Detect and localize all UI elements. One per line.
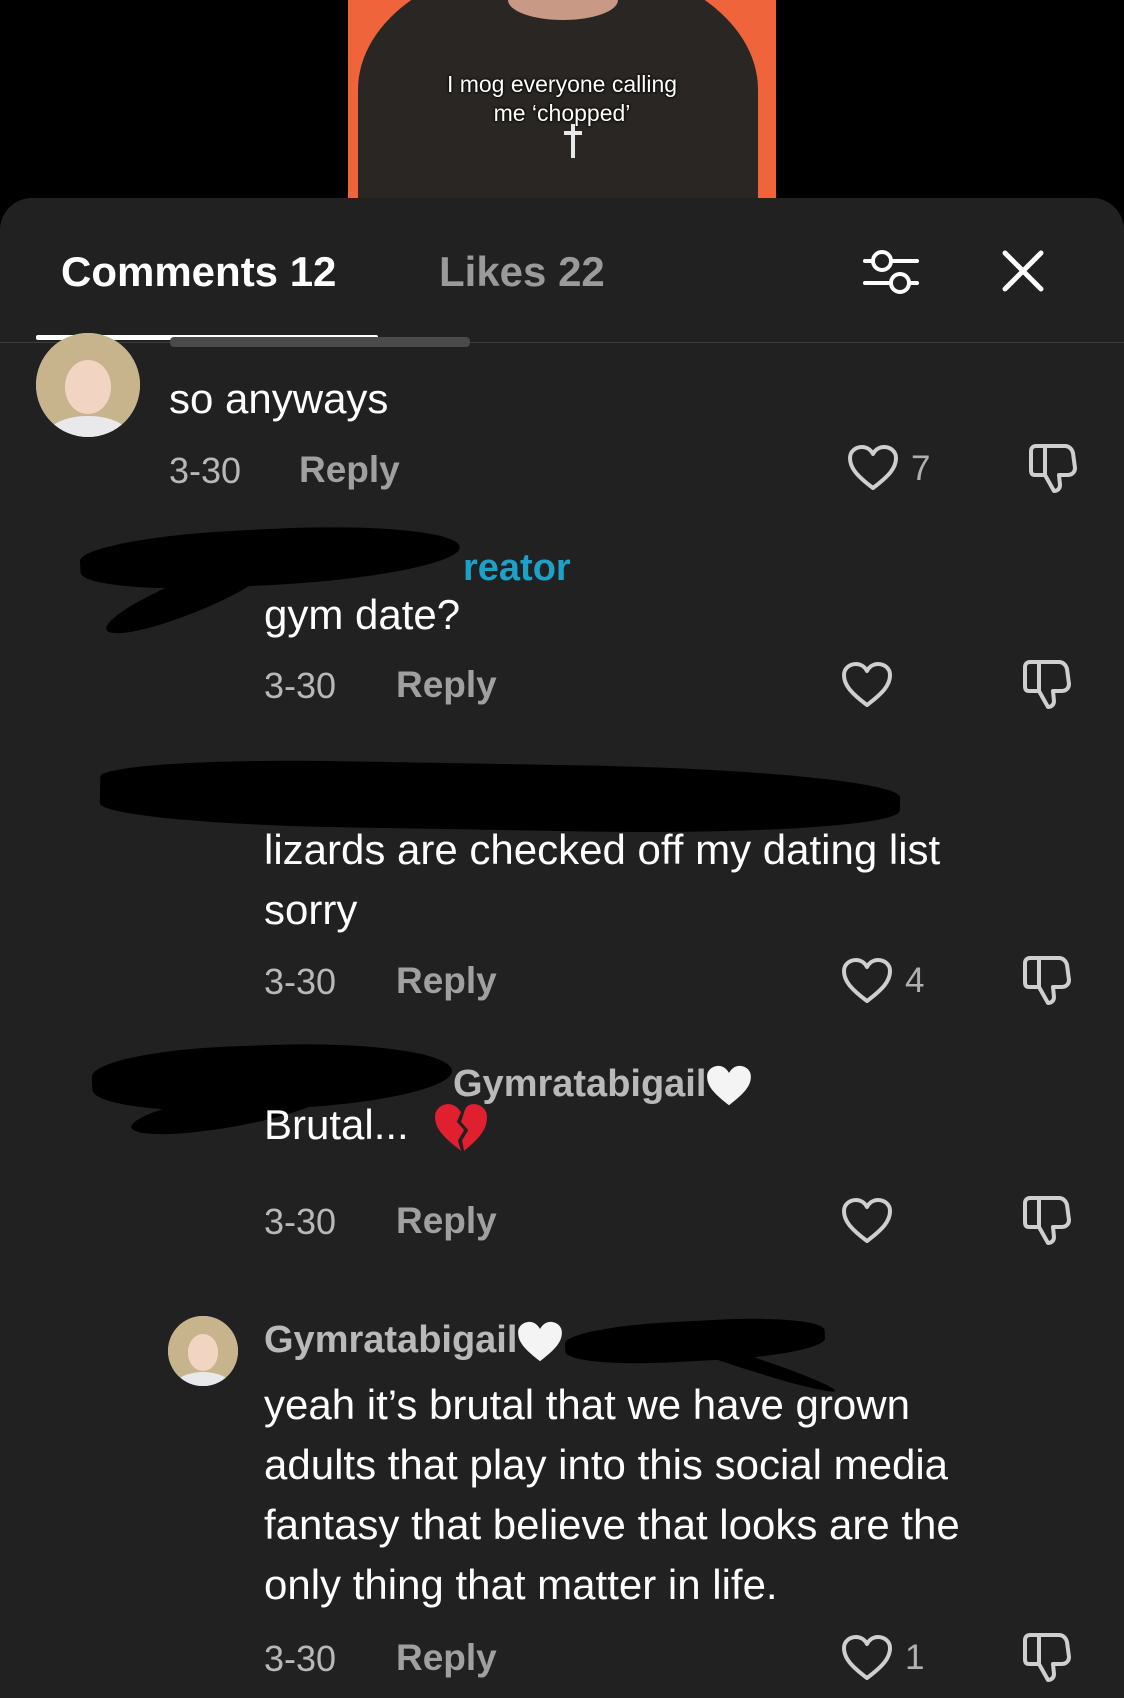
heart-outline-icon[interactable] [841, 661, 893, 709]
comment-date: 3-30 [264, 1638, 337, 1679]
reply-button[interactable]: Reply [396, 1637, 497, 1679]
reply-to-username-text: Gymratabigail [453, 1063, 707, 1105]
comment-username-text: Gymratabigail [264, 1319, 518, 1361]
white-heart-emoji [518, 1321, 563, 1362]
tab-bar: Comments 12 Likes 22 [0, 198, 1124, 343]
tab-likes[interactable]: Likes 22 [439, 248, 605, 296]
comment-text: gym date? [264, 591, 461, 638]
comments-sheet: Comments 12 Likes 22 so anyways 3-30 Rep… [0, 198, 1124, 1698]
heart-outline-icon[interactable] [841, 1197, 893, 1245]
cut-off-username [170, 337, 470, 347]
comment-item: reator gym date? 3-30 Reply [0, 519, 1124, 753]
heart-outline-icon[interactable] [841, 1634, 893, 1682]
comment-date: 3-30 [169, 450, 242, 491]
like-count: 4 [905, 961, 925, 1000]
heart-outline-icon[interactable] [841, 957, 893, 1005]
cross-pendant-icon [564, 124, 582, 158]
white-heart-emoji [707, 1065, 752, 1106]
broken-heart-emoji [435, 1104, 488, 1151]
thumbs-down-icon[interactable] [1027, 442, 1079, 494]
sliders-icon[interactable] [862, 244, 920, 300]
video-preview[interactable]: I mog everyone calling me ‘chopped’ [348, 0, 776, 210]
avatar-face [187, 1334, 219, 1371]
reply-button[interactable]: Reply [396, 1200, 497, 1242]
avatar[interactable] [36, 333, 140, 437]
like-count: 1 [905, 1638, 925, 1677]
comment-date: 3-30 [264, 1201, 337, 1242]
comment-text-line-2: adults that play into this social media [264, 1441, 949, 1488]
avatar[interactable] [168, 1316, 238, 1386]
redaction-scribble [78, 519, 462, 595]
comment-text-content: Brutal... [264, 1101, 409, 1148]
comment-text-line-4: only thing that matter in life. [264, 1561, 778, 1608]
comment-date: 3-30 [264, 961, 337, 1002]
comment-text-line-1: yeah it’s brutal that we have grown [264, 1381, 910, 1428]
comment-text-line-1: lizards are checked off my dating list [264, 826, 941, 873]
comment-item: Gymratabigail Brutal... 3-30 Reply [0, 1038, 1124, 1283]
reply-to-username[interactable]: Gymratabigail [453, 1063, 752, 1107]
comment-username[interactable]: Gymratabigail [264, 1319, 563, 1363]
reply-button[interactable]: Reply [396, 960, 497, 1002]
comment-date: 3-30 [264, 665, 337, 706]
video-caption-line-1: I mog everyone calling [446, 71, 678, 97]
comment-text: Brutal... [264, 1095, 488, 1155]
comment-text-line-2: sorry [264, 886, 358, 933]
comment-text-line-3: fantasy that believe that looks are the [264, 1501, 960, 1548]
tab-comments[interactable]: Comments 12 [61, 248, 336, 296]
heart-outline-icon[interactable] [847, 444, 899, 492]
comment-text: so anyways [169, 375, 389, 422]
thumbs-down-icon[interactable] [1021, 658, 1073, 710]
creator-label[interactable]: reator [463, 547, 571, 590]
thumbs-down-icon[interactable] [1021, 954, 1073, 1006]
like-count: 7 [911, 449, 931, 488]
close-icon[interactable] [998, 246, 1048, 296]
comment-item: Gymratabigail yeah it’s brutal that we h… [0, 1313, 1124, 1698]
video-caption: I mog everyone calling me ‘chopped’ [348, 70, 776, 128]
thumbs-down-icon[interactable] [1021, 1631, 1073, 1683]
comment-item: lizards are checked off my dating list s… [0, 757, 1124, 1038]
reply-button[interactable]: Reply [396, 664, 497, 706]
avatar-face [65, 360, 111, 415]
thumbs-down-icon[interactable] [1021, 1194, 1073, 1246]
reply-button[interactable]: Reply [299, 449, 400, 491]
